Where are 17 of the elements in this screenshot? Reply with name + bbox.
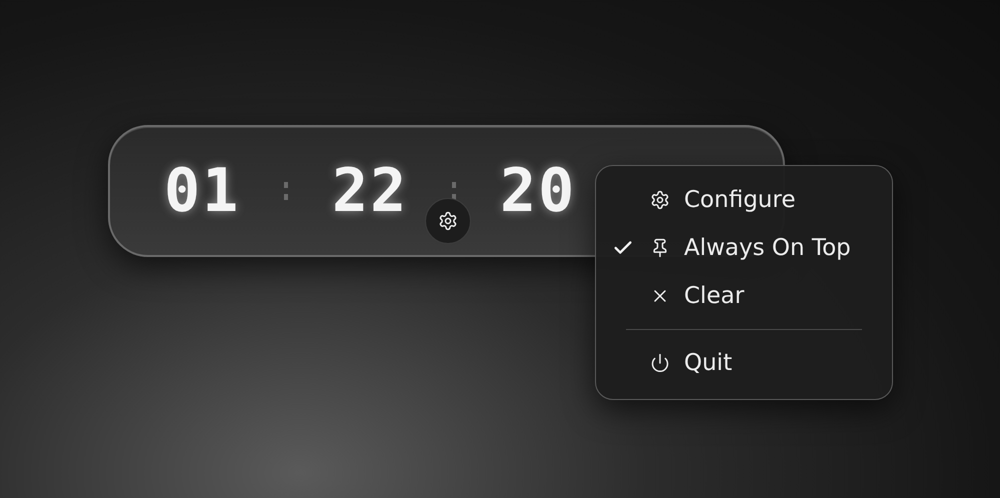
timer-digits: 01 xyxy=(164,161,240,221)
menu-item[interactable]: Quit xyxy=(596,339,892,387)
menu-item-label: Clear xyxy=(684,283,744,309)
menu-item[interactable]: Configure xyxy=(596,176,892,224)
gear-icon xyxy=(438,211,458,231)
menu-item-label: Configure xyxy=(684,187,796,213)
colon-separator-icon xyxy=(452,182,456,200)
power-icon xyxy=(650,353,670,373)
gear-icon xyxy=(650,190,670,210)
menu-item[interactable]: Always On Top xyxy=(596,224,892,272)
settings-button[interactable] xyxy=(425,198,471,244)
menu-item[interactable]: Clear xyxy=(596,272,892,320)
timer-digits: 20 xyxy=(500,161,576,221)
menu-item-label: Always On Top xyxy=(684,235,851,261)
timer-digits: 22 xyxy=(332,161,408,221)
menu-item-label: Quit xyxy=(684,350,732,376)
colon-separator-icon xyxy=(284,182,288,200)
